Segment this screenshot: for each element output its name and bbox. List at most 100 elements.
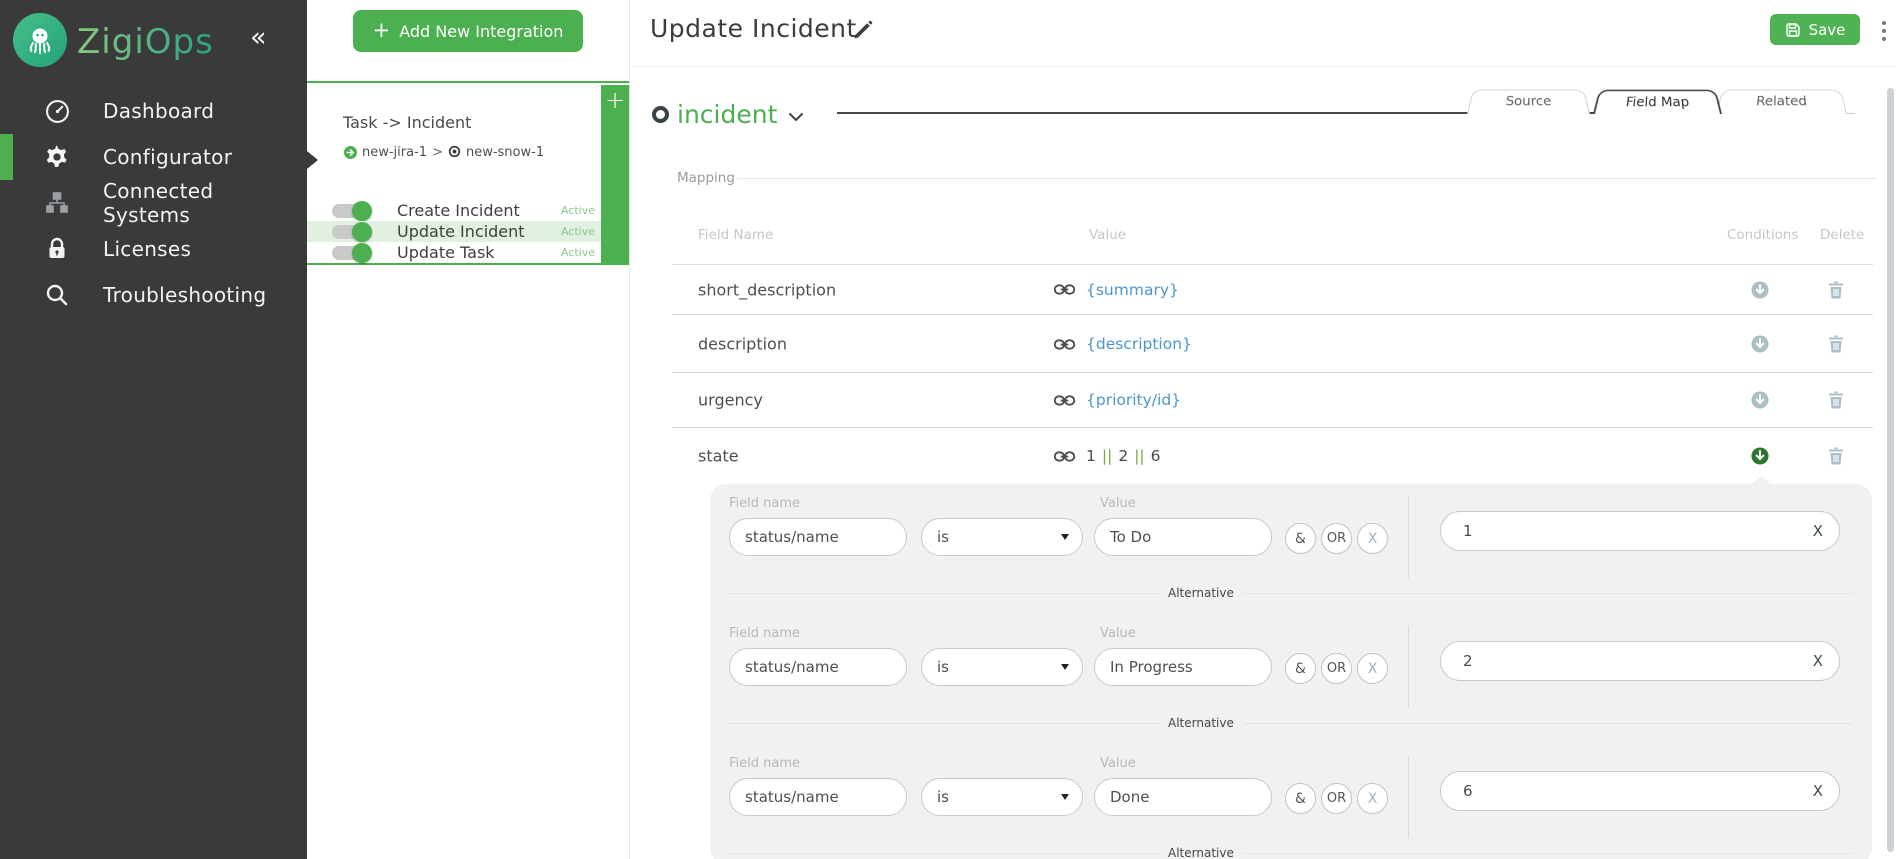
operation-row-update-incident[interactable]: Update Incident Active	[307, 221, 601, 242]
alternative-divider	[729, 723, 1159, 724]
or-button[interactable]: OR	[1321, 523, 1352, 554]
integrations-topbar: + Add New Integration	[307, 0, 629, 83]
sidebar-item-connected-systems[interactable]: Connected Systems	[0, 180, 307, 226]
status-badge: Active	[561, 204, 595, 217]
brand-name: ZigiOps	[77, 22, 214, 62]
operation-toggle[interactable]	[332, 204, 370, 218]
result-value-input[interactable]: 1 X	[1440, 511, 1840, 551]
field-name-label: Field name	[729, 626, 800, 641]
entity-selector[interactable]: incident	[652, 100, 804, 129]
delete-row-trash-icon[interactable]	[1828, 281, 1844, 299]
condition-operator-select[interactable]: is	[921, 518, 1083, 556]
lock-icon	[43, 235, 71, 263]
condition-field-input[interactable]: status/name	[729, 778, 907, 816]
gear-icon	[43, 143, 71, 171]
sidebar-item-label: Dashboard	[103, 99, 214, 123]
clear-value-icon[interactable]: X	[1813, 652, 1823, 670]
operation-toggle[interactable]	[332, 225, 370, 239]
alternative-label: Alternative	[1168, 716, 1234, 730]
caret-down-icon	[1061, 794, 1069, 800]
source-system-icon	[344, 146, 357, 159]
field-value[interactable]: {priority/id}	[1086, 391, 1181, 409]
field-name-label: Field name	[729, 756, 800, 771]
condition-operator-select[interactable]: is	[921, 778, 1083, 816]
chevron-down-icon	[788, 107, 804, 126]
tab-source[interactable]: Source	[1467, 90, 1590, 114]
conditions-toggle-icon[interactable]	[1751, 391, 1769, 409]
sidebar-item-configurator[interactable]: Configurator	[0, 134, 307, 180]
sidebar-item-label: Connected Systems	[103, 179, 307, 227]
operation-toggle[interactable]	[332, 246, 370, 260]
mapping-section-label: Mapping	[677, 170, 735, 186]
tab-field-map[interactable]: Field Map	[1593, 90, 1722, 114]
operation-row-update-task[interactable]: Update Task Active	[307, 242, 601, 263]
clear-value-icon[interactable]: X	[1813, 522, 1823, 540]
clear-value-icon[interactable]: X	[1813, 782, 1823, 800]
operation-row-create-incident[interactable]: Create Incident Active	[307, 200, 601, 221]
result-value-input[interactable]: 6 X	[1440, 771, 1840, 811]
remove-condition-button[interactable]: X	[1357, 523, 1388, 554]
plus-icon: +	[373, 18, 391, 42]
sidebar-item-troubleshooting[interactable]: Troubleshooting	[0, 272, 307, 318]
value-label: Value	[1100, 496, 1136, 511]
sidebar-item-dashboard[interactable]: Dashboard	[0, 88, 307, 134]
table-row: urgency {priority/id}	[672, 373, 1873, 428]
or-button[interactable]: OR	[1321, 783, 1352, 814]
edit-title-pencil-icon[interactable]	[852, 20, 873, 45]
remove-condition-button[interactable]: X	[1357, 783, 1388, 814]
alternative-divider	[1243, 723, 1853, 724]
and-button[interactable]: &	[1285, 653, 1316, 684]
tab-related[interactable]: Related	[1716, 90, 1847, 114]
status-badge: Active	[561, 225, 595, 238]
condition-value-input[interactable]: Done	[1094, 778, 1272, 816]
route-separator: >	[432, 145, 443, 160]
vertical-scrollbar[interactable]	[1887, 88, 1894, 852]
add-new-integration-label: Add New Integration	[399, 22, 563, 41]
chain-link-icon	[1053, 394, 1076, 407]
condition-value-input[interactable]: In Progress	[1094, 648, 1272, 686]
delete-row-trash-icon[interactable]	[1828, 391, 1844, 409]
conditions-toggle-icon[interactable]	[1751, 335, 1769, 353]
add-new-integration-button[interactable]: + Add New Integration	[353, 10, 583, 52]
plus-icon: +	[601, 86, 629, 114]
condition-operator-select[interactable]: is	[921, 648, 1083, 686]
integration-add-operation-bar[interactable]: +	[601, 85, 629, 263]
and-button[interactable]: &	[1285, 783, 1316, 814]
main-panel: Update Incident Save incident Sourc	[630, 0, 1896, 859]
field-value[interactable]: {summary}	[1086, 281, 1179, 299]
integration-title: Task -> Incident	[343, 113, 471, 132]
remove-condition-button[interactable]: X	[1357, 653, 1388, 684]
app-screen: ZigiOps « Dashboard Configurator	[0, 0, 1896, 859]
or-button[interactable]: OR	[1321, 653, 1352, 684]
active-integration-pointer-icon	[307, 151, 318, 169]
sidebar-item-label: Troubleshooting	[103, 283, 266, 307]
sidebar: ZigiOps « Dashboard Configurator	[0, 0, 307, 859]
sidebar-item-licenses[interactable]: Licenses	[0, 226, 307, 272]
conditions-toggle-icon[interactable]	[1751, 281, 1769, 299]
result-value-input[interactable]: 2 X	[1440, 641, 1840, 681]
operations-list: Create Incident Active Update Incident A…	[307, 200, 601, 263]
condition-field-input[interactable]: status/name	[729, 648, 907, 686]
chain-link-icon	[1053, 450, 1076, 463]
save-button[interactable]: Save	[1770, 14, 1860, 45]
condition-field-input[interactable]: status/name	[729, 518, 907, 556]
integration-card[interactable]: + Task -> Incident new-jira-1 > new-snow…	[307, 85, 629, 265]
more-options-kebab-icon[interactable]	[1879, 17, 1889, 45]
condition-divider	[1408, 626, 1409, 708]
alternative-divider	[1243, 593, 1853, 594]
save-label: Save	[1809, 21, 1846, 39]
dashboard-icon	[43, 97, 71, 125]
conditions-toggle-icon-active[interactable]	[1751, 447, 1769, 465]
field-value[interactable]: 1||2||6	[1086, 447, 1161, 465]
condition-value-input[interactable]: To Do	[1094, 518, 1272, 556]
integration-route: new-jira-1 > new-snow-1	[344, 143, 544, 162]
sidebar-collapse-icon[interactable]: «	[250, 22, 267, 53]
delete-row-trash-icon[interactable]	[1828, 335, 1844, 353]
and-button[interactable]: &	[1285, 523, 1316, 554]
main-header: Update Incident Save	[630, 0, 1896, 67]
chain-link-icon	[1053, 338, 1076, 351]
field-value[interactable]: {description}	[1086, 335, 1192, 353]
delete-row-trash-icon[interactable]	[1828, 447, 1844, 465]
field-name-label: Field name	[729, 496, 800, 511]
sidebar-item-label: Licenses	[103, 237, 191, 261]
